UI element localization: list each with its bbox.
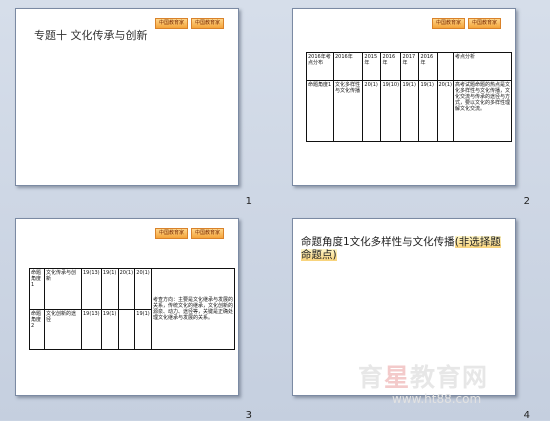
slide-badges: 中国教育家 中国教育家 [431, 18, 501, 29]
table-header-cell [436, 52, 454, 81]
slide-number: 4 [523, 410, 530, 421]
table-cell: 19(1) [418, 79, 438, 143]
badge: 中国教育家 [190, 18, 224, 29]
table-cell: 19(10) [380, 79, 402, 143]
row-label: 命题角度2 [29, 308, 45, 350]
table-header-cell: 2016年 [418, 52, 438, 81]
table-row: 命题角度1 文化传承与创新 19(13) 19(1) 20(1) 20(1) 考… [29, 268, 235, 350]
badge: 中国教育家 [190, 228, 224, 239]
table-row: 命题角度1 文化多样性与文化传播 20(1) 19(10) 19(1) 19(1… [306, 79, 512, 143]
table-header-cell: 2016年 [380, 52, 402, 81]
watermark-text: 教育网 [410, 363, 489, 392]
table-cell [117, 308, 136, 350]
table-header-cell: 2016年考点分布 [306, 52, 334, 81]
slide-badges: 中国教育家 中国教育家 [154, 18, 224, 29]
slide-badges: 中国教育家 中国教育家 [154, 228, 224, 239]
heading-text: 命题角度1文化多样性与文化传播 [301, 236, 455, 248]
slide-thumbnail-2[interactable]: 中国教育家 中国教育家 2016年考点分布 2016年 2015年 2016年 … [292, 8, 516, 186]
watermark-text: 育 [358, 363, 385, 392]
table-cell: 19(13) [81, 308, 102, 350]
table-header-cell: 2016年 [332, 52, 364, 81]
table-cell: 20(1) [362, 79, 382, 143]
row-label: 命题角度1 [29, 268, 45, 310]
badge: 中国教育家 [467, 18, 501, 29]
watermark-logo: 育星教育网 [358, 358, 488, 394]
table-cell: 19(1) [400, 79, 420, 143]
table-header-cell: 2015年 [362, 52, 382, 81]
table-cell: 20(1) [117, 268, 136, 310]
slide-title: 专题十 文化传承与创新 [34, 29, 148, 42]
table-cell: 19(1) [100, 308, 119, 350]
row-topic: 文化创新的途径 [44, 308, 82, 350]
analysis-cell: 高考试题命题的热点是文化多样性与文化传播，文化交流与传承的途径与方式，要以文化的… [453, 79, 512, 143]
row-topic: 文化传承与创新 [44, 268, 82, 310]
table-cell: 20(1) [436, 79, 454, 143]
badge: 中国教育家 [154, 228, 188, 239]
slide-sorter-pane: 中国教育家 中国教育家 专题十 文化传承与创新 1 中国教育家 中国教育家 20… [0, 0, 550, 421]
table-header-cell: 考点分析 [453, 52, 512, 81]
exam-table: 命题角度1 文化传承与创新 19(13) 19(1) 20(1) 20(1) 考… [29, 268, 235, 350]
watermark-text: 星 [384, 363, 411, 392]
slide-number: 3 [245, 410, 252, 421]
badge: 中国教育家 [154, 18, 188, 29]
table-header-row: 2016年考点分布 2016年 2015年 2016年 2017年 2016年 … [306, 52, 512, 81]
watermark-url: www.ht88.com [392, 392, 482, 406]
table-cell: 19(13) [81, 268, 102, 310]
badge: 中国教育家 [431, 18, 465, 29]
slide-number: 2 [523, 196, 530, 207]
row-label: 命题角度1 [306, 79, 334, 143]
table-cell: 20(1) [134, 268, 152, 310]
slide-thumbnail-3[interactable]: 中国教育家 中国教育家 命题角度1 文化传承与创新 19(13) 19(1) 2… [15, 218, 239, 396]
table-cell: 19(1) [100, 268, 119, 310]
exam-table: 2016年考点分布 2016年 2015年 2016年 2017年 2016年 … [306, 52, 512, 143]
row-topic: 文化多样性与文化传播 [332, 79, 364, 143]
slide-thumbnail-1[interactable]: 中国教育家 中国教育家 专题十 文化传承与创新 [15, 8, 239, 186]
table-header-cell: 2017年 [400, 52, 420, 81]
analysis-cell: 考查方向：主要是文化继承与发展的关系，传统文化的继承，文化创新的源泉、动力、途径… [151, 268, 235, 350]
slide-number: 1 [245, 196, 252, 207]
slide-heading: 命题角度1文化多样性与文化传播(非选择题命题点) [301, 236, 511, 262]
table-cell: 19(1) [134, 308, 152, 350]
